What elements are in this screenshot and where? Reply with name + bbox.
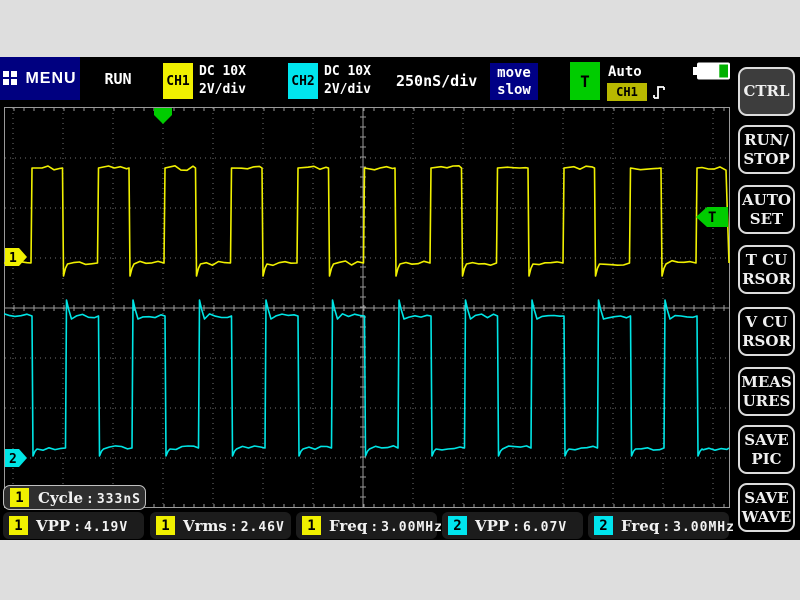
meas-value: 6.07V bbox=[523, 520, 567, 535]
meas-ch1-vrms: 1 Vrms:2.46V bbox=[150, 512, 291, 539]
battery-level bbox=[719, 65, 728, 78]
cycle-label: Cycle bbox=[38, 489, 83, 507]
ch1-settings: DC 10X 2V/div bbox=[199, 63, 246, 99]
sidebar: CTRL RUN/ STOP AUTO SET T CU RSOR V CU R… bbox=[735, 57, 800, 540]
meas-label: Freq bbox=[621, 517, 659, 535]
trigger-badge[interactable]: T bbox=[570, 62, 600, 100]
channel-1-badge: 1 bbox=[9, 516, 28, 535]
meas-value: 3.00MHz bbox=[673, 520, 735, 535]
meas-value: 4.19V bbox=[84, 520, 128, 535]
save-pic-button[interactable]: SAVE PIC bbox=[738, 425, 795, 474]
ch2-coupling: DC 10X bbox=[324, 63, 371, 81]
separator: : bbox=[83, 492, 97, 507]
meas-ch2-vpp: 2 VPP:6.07V bbox=[442, 512, 583, 539]
measures-button[interactable]: MEAS URES bbox=[738, 367, 795, 416]
cycle-readout: 1 Cycle:333nS bbox=[3, 485, 146, 510]
channel-1-badge: 1 bbox=[156, 516, 175, 535]
menu-button[interactable]: MENU bbox=[0, 57, 80, 100]
separator: : bbox=[367, 520, 381, 535]
menu-label: MENU bbox=[25, 70, 76, 88]
ch1-coupling: DC 10X bbox=[199, 63, 246, 81]
ch1-badge[interactable]: CH1 bbox=[163, 63, 193, 99]
ch1-trace bbox=[4, 166, 729, 276]
channel-2-badge: 2 bbox=[594, 516, 613, 535]
channel-1-badge: 1 bbox=[302, 516, 321, 535]
save-wave-button[interactable]: SAVE WAVE bbox=[738, 483, 795, 532]
meas-ch2-freq: 2 Freq:3.00MHz bbox=[588, 512, 729, 539]
ch2-scale: 2V/div bbox=[324, 81, 371, 99]
move-slow-button[interactable]: move slow bbox=[490, 63, 538, 100]
menu-grid-icon bbox=[3, 71, 18, 86]
ch2-zero-marker-label: 2 bbox=[9, 452, 17, 467]
meas-label: Freq bbox=[329, 517, 367, 535]
meas-ch1-freq: 1 Freq:3.00MHz bbox=[296, 512, 437, 539]
ch1-zero-marker-label: 1 bbox=[9, 251, 17, 266]
separator: : bbox=[509, 520, 523, 535]
trigger-source-badge[interactable]: CH1 bbox=[607, 83, 647, 101]
channel-1-badge: 1 bbox=[10, 488, 29, 507]
rising-edge-icon bbox=[653, 82, 667, 102]
oscilloscope-screen: MENU RUN CH1 DC 10X 2V/div CH2 DC 10X 2V… bbox=[0, 57, 800, 540]
meas-label: Vrms bbox=[183, 517, 227, 535]
waveform-display[interactable]: T 1 2 bbox=[4, 107, 730, 508]
run-stop-button[interactable]: RUN/ STOP bbox=[738, 125, 795, 174]
separator: : bbox=[659, 520, 673, 535]
ch1-scale: 2V/div bbox=[199, 81, 246, 99]
meas-label: VPP bbox=[475, 517, 509, 535]
move-line2: slow bbox=[490, 82, 538, 99]
ch2-settings: DC 10X 2V/div bbox=[324, 63, 371, 99]
v-cursor-button[interactable]: V CU RSOR bbox=[738, 307, 795, 356]
separator: : bbox=[70, 520, 84, 535]
auto-set-button[interactable]: AUTO SET bbox=[738, 185, 795, 234]
meas-ch1-vpp: 1 VPP:4.19V bbox=[3, 512, 144, 539]
cycle-value: 333nS bbox=[97, 492, 141, 507]
top-bar: MENU RUN CH1 DC 10X 2V/div CH2 DC 10X 2V… bbox=[0, 57, 735, 107]
trigger-level-label: T bbox=[708, 210, 716, 226]
battery-icon bbox=[692, 62, 732, 80]
separator: : bbox=[227, 520, 241, 535]
ctrl-button[interactable]: CTRL bbox=[738, 67, 795, 116]
trigger-mode: Auto bbox=[608, 64, 642, 80]
acquisition-status: RUN bbox=[88, 70, 148, 88]
meas-value: 3.00MHz bbox=[381, 520, 443, 535]
meas-label: VPP bbox=[36, 517, 70, 535]
ch2-badge[interactable]: CH2 bbox=[288, 63, 318, 99]
timebase-readout[interactable]: 250nS/div bbox=[396, 72, 477, 90]
channel-2-badge: 2 bbox=[448, 516, 467, 535]
meas-value: 2.46V bbox=[241, 520, 285, 535]
move-line1: move bbox=[490, 65, 538, 82]
t-cursor-button[interactable]: T CU RSOR bbox=[738, 245, 795, 294]
trigger-position-marker[interactable] bbox=[154, 108, 172, 124]
